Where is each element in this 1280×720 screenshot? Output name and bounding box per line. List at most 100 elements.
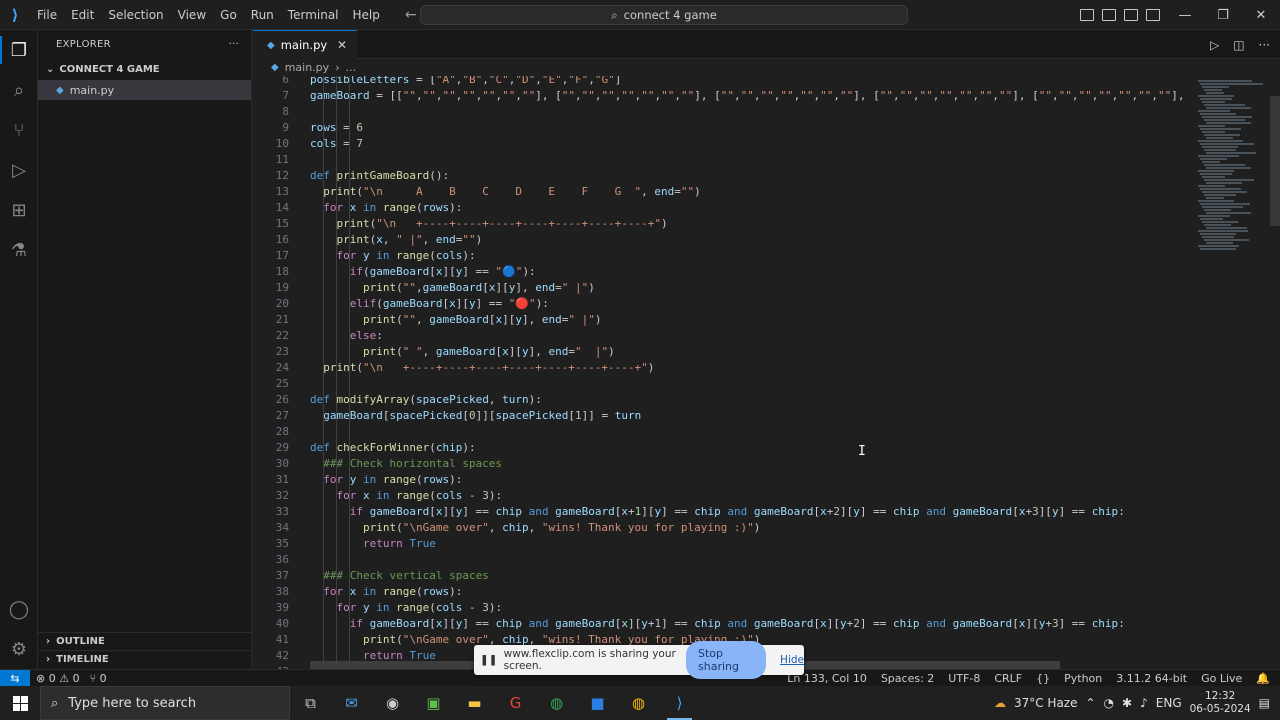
code-text[interactable]: print("",gameBoard[x][y], end=" |") xyxy=(310,280,595,296)
code-line[interactable]: 11 xyxy=(253,152,1270,168)
store-icon[interactable]: ▣ xyxy=(413,686,454,720)
chevron-up-icon[interactable]: ⌃ xyxy=(1085,696,1095,710)
remote-indicator-icon[interactable]: ⇆ xyxy=(0,669,30,687)
mail-icon[interactable]: ✉ xyxy=(331,686,372,720)
code-text[interactable]: gameBoard = [["","","","","","",""], [""… xyxy=(310,88,1218,104)
code-line[interactable]: 26 def modifyArray(spacePicked, turn): xyxy=(253,392,1270,408)
account-icon[interactable]: ◯ xyxy=(0,589,38,629)
code-line[interactable]: 9rows = 6 xyxy=(253,120,1270,136)
weather-icon[interactable]: ☁ xyxy=(994,696,1006,710)
more-actions-icon[interactable]: ··· xyxy=(229,39,239,50)
run-python-file-icon[interactable]: ▷ xyxy=(1210,38,1219,52)
close-tab-icon[interactable]: ✕ xyxy=(337,38,347,52)
hide-banner-link[interactable]: Hide xyxy=(780,654,804,666)
code-text[interactable]: print("\n +----+----+----+----+----+----… xyxy=(310,216,668,232)
code-text[interactable]: for x in range(rows): xyxy=(310,584,462,600)
menu-run[interactable]: Run xyxy=(244,0,281,30)
minimize-icon[interactable]: — xyxy=(1166,0,1204,30)
app-is-icon[interactable]: ■ xyxy=(577,686,618,720)
tab-main-py[interactable]: ◆ main.py ✕ xyxy=(253,30,357,59)
end-of-line[interactable]: CRLF xyxy=(994,672,1022,685)
code-text[interactable]: if(gameBoard[x][y] == "🔵"): xyxy=(310,264,536,280)
code-line[interactable]: 18 if(gameBoard[x][y] == "🔵"): xyxy=(253,264,1270,280)
windows-start-icon[interactable] xyxy=(0,686,40,720)
minimap[interactable] xyxy=(1190,76,1270,669)
breadcrumb-file[interactable]: main.py xyxy=(285,61,329,74)
menu-terminal[interactable]: Terminal xyxy=(281,0,346,30)
code-text[interactable]: for y in range(rows): xyxy=(310,472,462,488)
ports-status[interactable]: ⑂ 0 xyxy=(90,672,107,685)
code-line[interactable]: 39 for y in range(cols - 3): xyxy=(253,600,1270,616)
encoding[interactable]: UTF-8 xyxy=(948,672,980,685)
code-line[interactable]: 20 elif(gameBoard[x][y] == "🔴"): xyxy=(253,296,1270,312)
language-indicator[interactable]: ENG xyxy=(1156,696,1182,710)
menu-file[interactable]: File xyxy=(30,0,64,30)
code-line[interactable]: 38 for x in range(rows): xyxy=(253,584,1270,600)
file-main-py[interactable]: ◆ main.py xyxy=(38,80,251,100)
code-text[interactable]: print("\n A B C D E F G ", end="") xyxy=(310,184,701,200)
code-text[interactable]: print("", gameBoard[x][y], end=" |") xyxy=(310,312,601,328)
code-text[interactable]: if gameBoard[x][y] == chip and gameBoard… xyxy=(310,504,1125,520)
code-text[interactable]: for y in range(cols): xyxy=(310,248,476,264)
code-line[interactable]: 12 def printGameBoard(): xyxy=(253,168,1270,184)
toggle-panel-icon[interactable] xyxy=(1102,9,1116,21)
code-line[interactable]: 31 for y in range(rows): xyxy=(253,472,1270,488)
dell-icon[interactable]: ◉ xyxy=(372,686,413,720)
task-view-icon[interactable]: ⧉ xyxy=(290,686,331,720)
command-center-search[interactable]: ⌕ connect 4 game xyxy=(420,5,908,25)
code-line[interactable]: 19 print("",gameBoard[x][y], end=" |") xyxy=(253,280,1270,296)
code-text[interactable]: print(" ", gameBoard[x][y], end=" |") xyxy=(310,344,615,360)
google-icon[interactable]: G xyxy=(495,686,536,720)
wifi-icon[interactable]: ◔ xyxy=(1104,696,1114,710)
menu-edit[interactable]: Edit xyxy=(64,0,101,30)
notification-center-icon[interactable]: ▤ xyxy=(1259,696,1270,710)
code-line[interactable]: 7 gameBoard = [["","","","","","",""], ["… xyxy=(253,88,1270,104)
menu-help[interactable]: Help xyxy=(346,0,387,30)
code-line[interactable]: 6 possibleLetters = ["A","B","C","D","E",… xyxy=(253,76,1270,88)
folder-connect-4-game[interactable]: ⌄ CONNECT 4 GAME xyxy=(38,58,251,80)
code-text[interactable]: for x in range(rows): xyxy=(310,200,462,216)
code-line[interactable]: 29 def checkForWinner(chip): xyxy=(253,440,1270,456)
code-text[interactable]: print("\nGame over", chip, "wins! Thank … xyxy=(310,520,760,536)
code-line[interactable]: 37 ### Check vertical spaces xyxy=(253,568,1270,584)
code-line[interactable]: 34 print("\nGame over", chip, "wins! Tha… xyxy=(253,520,1270,536)
breadcrumb-symbol[interactable]: ... xyxy=(346,61,357,74)
more-actions-icon[interactable]: ··· xyxy=(1259,38,1270,52)
back-arrow-icon[interactable]: ← xyxy=(405,7,417,23)
code-line[interactable]: 23 print(" ", gameBoard[x][y], end=" |") xyxy=(253,344,1270,360)
extensions-icon[interactable]: ⊞ xyxy=(0,190,38,230)
code-line[interactable]: 36 xyxy=(253,552,1270,568)
split-editor-icon[interactable]: ◫ xyxy=(1233,38,1244,52)
chrome-profile-icon[interactable]: ◍ xyxy=(536,686,577,720)
code-line[interactable]: 13 print("\n A B C D E F G ", end="") xyxy=(253,184,1270,200)
code-editor[interactable]: 6 possibleLetters = ["A","B","C","D","E",… xyxy=(253,76,1270,669)
run-debug-icon[interactable]: ▷ xyxy=(0,150,38,190)
menu-view[interactable]: View xyxy=(171,0,213,30)
code-text[interactable]: for y in range(cols - 3): xyxy=(310,600,503,616)
weather-text[interactable]: 37°C Haze xyxy=(1014,696,1078,710)
code-line[interactable]: 28 xyxy=(253,424,1270,440)
braces-icon[interactable]: {} xyxy=(1036,672,1050,685)
vertical-scrollbar[interactable] xyxy=(1270,96,1280,226)
clock[interactable]: 12:32 06-05-2024 xyxy=(1190,690,1251,716)
vscode-taskbar-icon[interactable]: ⟩ xyxy=(659,686,700,720)
toggle-secondary-sidebar-icon[interactable] xyxy=(1124,9,1138,21)
code-line[interactable]: 16 print(x, " |", end="") xyxy=(253,232,1270,248)
taskbar-search-input[interactable]: ⌕ Type here to search xyxy=(40,686,290,720)
code-text[interactable]: else: xyxy=(310,328,383,344)
bluetooth-icon[interactable]: ✱ xyxy=(1122,696,1132,710)
code-line[interactable]: 17 for y in range(cols): xyxy=(253,248,1270,264)
language-mode[interactable]: Python xyxy=(1064,672,1102,685)
code-line[interactable]: 15 print("\n +----+----+----+----+----+-… xyxy=(253,216,1270,232)
close-window-icon[interactable]: ✕ xyxy=(1242,0,1280,30)
code-text[interactable]: print("\n +----+----+----+----+----+----… xyxy=(310,360,654,376)
code-line[interactable]: 22 else: xyxy=(253,328,1270,344)
code-text[interactable]: def modifyArray(spacePicked, turn): xyxy=(310,392,542,408)
code-line[interactable]: 25 xyxy=(253,376,1270,392)
code-line[interactable]: 24 print("\n +----+----+----+----+----+-… xyxy=(253,360,1270,376)
toggle-sidebar-icon[interactable] xyxy=(1080,9,1094,21)
code-text[interactable]: return True xyxy=(310,536,436,552)
stop-sharing-button[interactable]: Stop sharing xyxy=(686,641,767,679)
file-explorer-icon[interactable]: ▬ xyxy=(454,686,495,720)
volume-icon[interactable]: ♪ xyxy=(1140,696,1148,710)
